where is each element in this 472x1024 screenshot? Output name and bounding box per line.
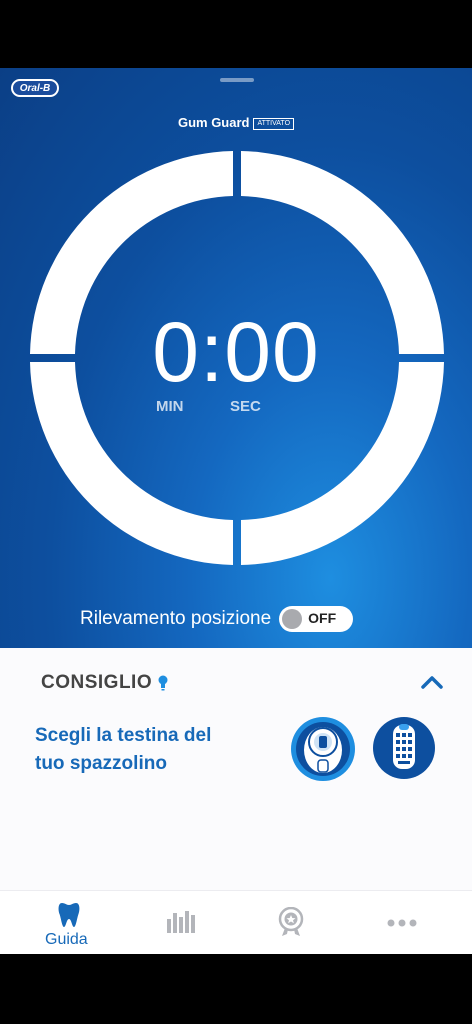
more-icon[interactable] — [387, 919, 417, 927]
bar-chart-icon[interactable] — [166, 909, 196, 933]
timer-display: 0:00 — [152, 305, 320, 399]
toggle-state-label: OFF — [308, 610, 337, 626]
bottom-tab-bar: Guida — [0, 890, 472, 954]
tab-guida-label[interactable]: Guida — [45, 931, 88, 949]
tip-card: CONSIGLIO Scegli la testina del tuo spaz… — [0, 648, 472, 890]
tooth-icon[interactable] — [58, 901, 80, 929]
tip-text-line-1: Scegli la testina del — [35, 725, 212, 746]
chevron-up-icon[interactable] — [420, 674, 444, 690]
brushing-timer-panel: Oral-B Gum Guard ATTIVATO 0:00 MIN SEC Ri… — [0, 68, 472, 648]
minutes-label: MIN — [156, 398, 184, 415]
seconds-label: SEC — [230, 398, 261, 415]
position-detection-label: Rilevamento posizione — [80, 608, 272, 629]
app-screen: Oral-B Gum Guard ATTIVATO 0:00 MIN SEC Ri… — [0, 68, 472, 954]
oval-brush-head-icon[interactable] — [372, 716, 436, 780]
tip-text: Scegli la testina del tuo spazzolino — [35, 722, 275, 778]
tip-header: CONSIGLIO — [41, 672, 168, 694]
tip-title: CONSIGLIO — [41, 672, 153, 693]
award-icon[interactable] — [277, 907, 305, 937]
position-detection-toggle[interactable]: OFF — [279, 606, 354, 632]
tip-text-line-2: tuo spazzolino — [35, 753, 167, 774]
round-brush-head-icon[interactable] — [290, 716, 356, 782]
toggle-knob — [282, 609, 303, 629]
position-detection-row: Rilevamento posizione OFF — [80, 606, 354, 632]
lightbulb-icon — [158, 675, 168, 691]
